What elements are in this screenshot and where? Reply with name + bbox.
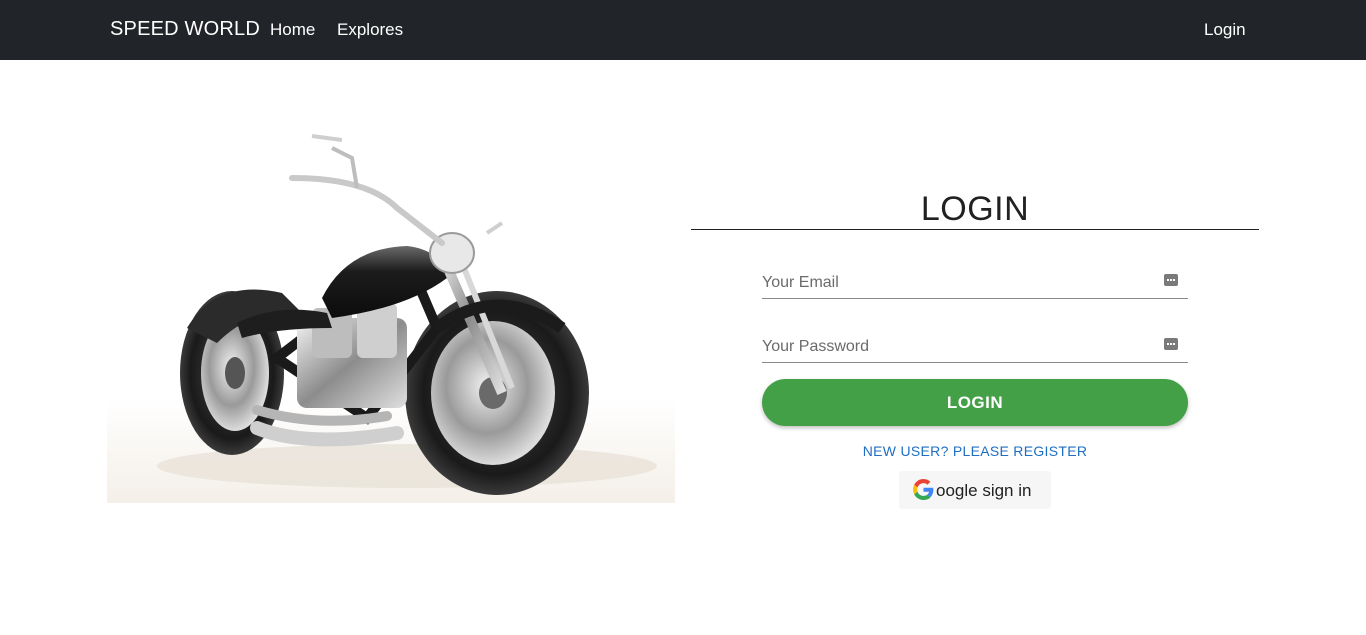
brand-logo[interactable]: SPEED WORLD — [110, 18, 260, 41]
navbar: SPEED WORLD Home Explores Login — [0, 0, 1366, 60]
register-link[interactable]: NEW USER? PLEASE REGISTER — [762, 443, 1188, 459]
motorcycle-image — [107, 128, 675, 503]
email-field — [762, 259, 1188, 299]
password-manager-icon[interactable] — [1164, 274, 1178, 286]
motorcycle-illustration — [157, 134, 657, 495]
password-manager-icon[interactable] — [1164, 338, 1178, 350]
nav-link-login[interactable]: Login — [1204, 20, 1246, 40]
google-sign-in-label: oogle sign in — [936, 481, 1032, 500]
password-field — [762, 323, 1188, 363]
google-icon — [913, 479, 934, 500]
login-title: LOGIN — [920, 190, 1030, 228]
google-sign-in-button[interactable]: oogle sign in — [899, 471, 1051, 509]
password-input[interactable] — [762, 335, 1152, 359]
nav-link-home[interactable]: Home — [270, 20, 315, 40]
nav-link-explores[interactable]: Explores — [337, 20, 403, 40]
title-divider — [691, 229, 1259, 230]
email-input[interactable] — [762, 271, 1152, 295]
login-button[interactable]: LOGIN — [762, 379, 1188, 426]
